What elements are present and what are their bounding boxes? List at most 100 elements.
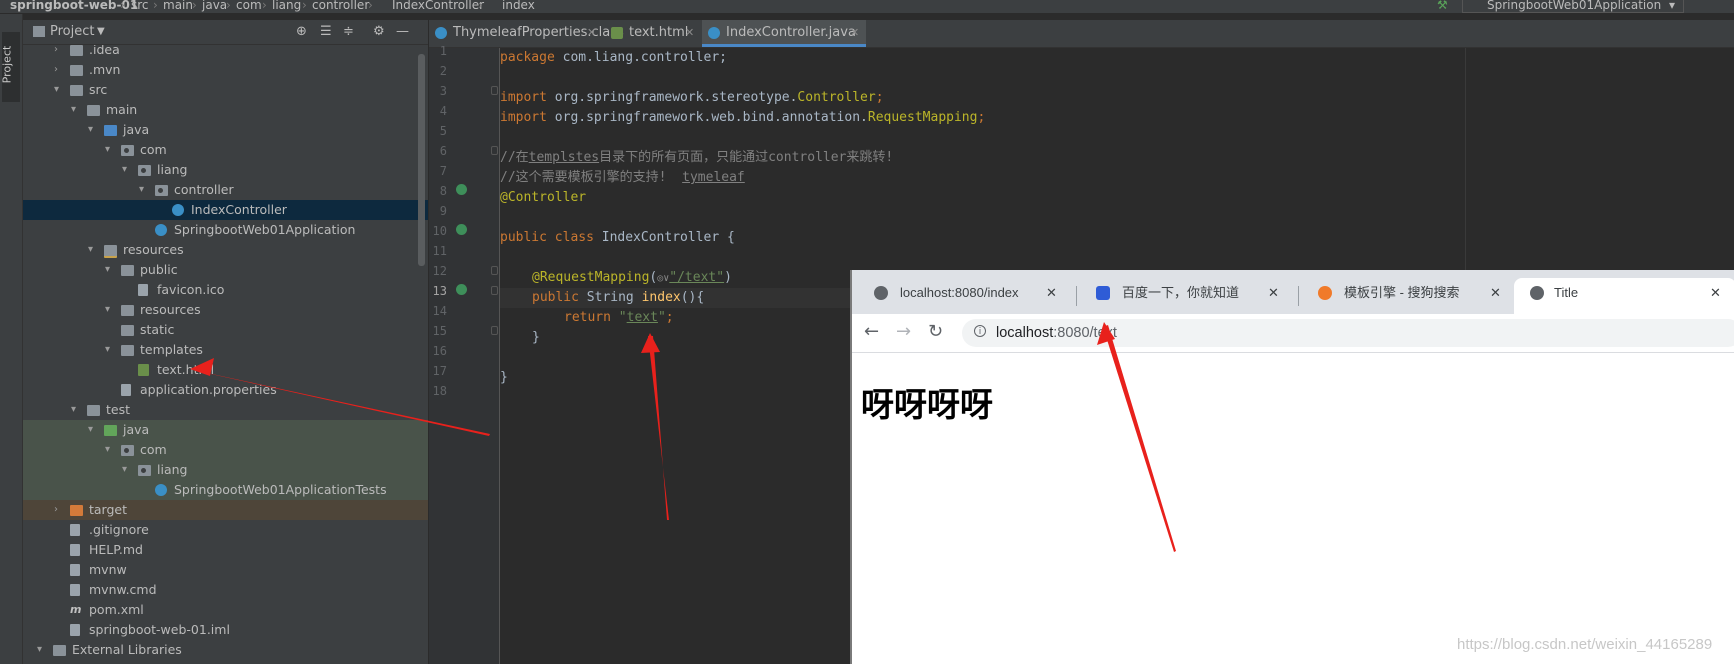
tree-item[interactable]: › .mvn [23, 60, 428, 80]
tree-item[interactable]: text.html [23, 360, 428, 380]
tree-item[interactable]: m pom.xml [23, 600, 428, 620]
chevron-right-icon[interactable]: › [54, 60, 66, 80]
chevron-down-icon[interactable]: ▾ [105, 260, 117, 280]
browser-tab-title-active[interactable]: Title ✕ [1514, 278, 1734, 314]
breadcrumb-indexcontroller[interactable]: IndexController [392, 0, 484, 11]
close-icon[interactable]: ✕ [1490, 278, 1501, 308]
tree-item[interactable]: ▾ resources [23, 300, 428, 320]
project-view-selector[interactable]: Project [50, 20, 94, 44]
tree-item[interactable]: ▾ resources [23, 240, 428, 260]
close-icon[interactable]: ✕ [850, 20, 859, 46]
run-configuration-select[interactable]: SpringbootWeb01Application ▾ [1462, 0, 1684, 13]
chevron-down-icon[interactable]: ▾ [37, 640, 49, 660]
chevron-down-icon[interactable]: ▾ [88, 240, 100, 260]
tree-item[interactable]: ▾ test [23, 400, 428, 420]
chevron-down-icon[interactable]: ▾ [71, 100, 83, 120]
chevron-down-icon[interactable]: ▾ [54, 80, 66, 100]
tree-item[interactable]: ▾ liang [23, 160, 428, 180]
fold-marker-icon[interactable] [491, 146, 498, 155]
tree-item[interactable]: IndexController [23, 200, 428, 220]
tree-item[interactable]: mvnw.cmd [23, 580, 428, 600]
chevron-right-icon[interactable]: › [54, 45, 66, 60]
tab-text-html[interactable]: text.html ✕ [605, 20, 701, 47]
breadcrumb-main[interactable]: main [163, 0, 193, 11]
fold-marker-icon[interactable] [491, 266, 498, 275]
tree-item[interactable]: › .idea [23, 45, 428, 60]
tree-item[interactable]: ▾ java [23, 120, 428, 140]
chevron-down-icon[interactable]: ▾ [122, 460, 134, 480]
close-icon[interactable]: ✕ [685, 20, 694, 46]
tree-item[interactable]: application.properties [23, 380, 428, 400]
locate-target-icon[interactable]: ⊕ [296, 20, 307, 44]
tree-item[interactable]: .gitignore [23, 520, 428, 540]
tree-item[interactable]: ▾ main [23, 100, 428, 120]
expand-all-icon[interactable]: ☰ [320, 20, 332, 44]
tree-item[interactable]: ▾ com [23, 140, 428, 160]
tree-item[interactable]: favicon.ico [23, 280, 428, 300]
tree-item-label: text.html [157, 362, 215, 377]
fold-marker-icon[interactable] [491, 286, 498, 295]
chevron-down-icon[interactable]: ▾ [122, 160, 134, 180]
chevron-down-icon[interactable]: ▾ [105, 340, 117, 360]
tree-item[interactable]: ▾ java [23, 420, 428, 440]
close-icon[interactable]: ✕ [1046, 278, 1057, 308]
tree-item[interactable]: › target [23, 500, 428, 520]
forward-arrow-icon[interactable]: → [896, 321, 911, 342]
tab-indexcontroller-java[interactable]: IndexController.java ✕ [702, 20, 866, 47]
spring-bean-gutter-icon[interactable] [456, 184, 467, 195]
line-number: 18 [432, 384, 447, 398]
build-hammer-icon[interactable]: ⚒ [1437, 0, 1448, 11]
tree-item[interactable]: ▾ External Libraries [23, 640, 428, 660]
chevron-down-icon[interactable]: ▾ [105, 140, 117, 160]
spring-bean-gutter-icon[interactable] [456, 284, 467, 295]
tree-item[interactable]: static [23, 320, 428, 340]
project-tool-window-tab[interactable]: Project [0, 32, 20, 102]
browser-tab-localhost-index[interactable]: localhost:8080/index ✕ [858, 278, 1064, 314]
chevron-down-icon[interactable]: ▾ [88, 120, 100, 140]
file-icon [70, 524, 80, 536]
minimize-icon[interactable]: — [396, 20, 409, 44]
chevron-right-icon[interactable]: › [54, 500, 66, 520]
site-info-icon[interactable]: i [974, 325, 986, 337]
browser-tab-sogou[interactable]: 模板引擎 - 搜狗搜索 ✕ [1302, 278, 1508, 314]
close-icon[interactable]: ✕ [1710, 278, 1721, 308]
breadcrumb-src[interactable]: src [131, 0, 149, 11]
spring-bean-gutter-icon[interactable] [456, 224, 467, 235]
project-tree-scrollbar[interactable] [418, 54, 425, 266]
back-arrow-icon[interactable]: ← [864, 321, 879, 342]
breadcrumb-controller[interactable]: controller [312, 0, 369, 11]
fold-marker-icon[interactable] [491, 326, 498, 335]
tree-item[interactable]: springboot-web-01.iml [23, 620, 428, 640]
close-icon[interactable]: ✕ [1268, 278, 1279, 308]
chevron-down-icon[interactable]: ▾ [139, 180, 151, 200]
reload-icon[interactable]: ↻ [928, 321, 943, 342]
chevron-down-icon[interactable]: ▾ [71, 400, 83, 420]
breadcrumb-index-method[interactable]: index [502, 0, 535, 11]
gear-icon[interactable]: ⚙ [373, 20, 385, 44]
tab-thymeleafproperties[interactable]: ThymeleafProperties.class ✕ [429, 20, 624, 47]
close-icon[interactable]: ✕ [587, 20, 596, 46]
tree-item[interactable]: ▾ public [23, 260, 428, 280]
collapse-all-icon[interactable]: ≑ [343, 20, 354, 44]
breadcrumb-project[interactable]: springboot-web-01 [10, 0, 138, 11]
tree-item[interactable]: mvnw [23, 560, 428, 580]
chevron-down-icon[interactable]: ▾ [105, 440, 117, 460]
fold-marker-icon[interactable] [491, 86, 498, 95]
tree-item[interactable]: ▾ com [23, 440, 428, 460]
breadcrumb-java[interactable]: java [202, 0, 227, 11]
tree-item[interactable]: ▾ templates [23, 340, 428, 360]
address-bar[interactable]: i localhost:8080/text [962, 319, 1734, 347]
breadcrumb-liang[interactable]: liang [272, 0, 301, 11]
tree-item[interactable]: HELP.md [23, 540, 428, 560]
chevron-down-icon[interactable]: ▾ [105, 300, 117, 320]
tree-item[interactable]: ▾ src [23, 80, 428, 100]
chevron-down-icon[interactable]: ▾ [88, 420, 100, 440]
browser-tab-baidu[interactable]: 百度一下，你就知道 ✕ [1080, 278, 1286, 314]
breadcrumb-com[interactable]: com [236, 0, 262, 11]
address-url[interactable]: localhost:8080/text [996, 319, 1117, 347]
tree-item[interactable]: SpringbootWeb01ApplicationTests [23, 480, 428, 500]
tree-item[interactable]: ▾ controller [23, 180, 428, 200]
tree-item[interactable]: SpringbootWeb01Application [23, 220, 428, 240]
chevron-down-icon[interactable]: ▼ [97, 20, 105, 44]
tree-item[interactable]: ▾ liang [23, 460, 428, 480]
